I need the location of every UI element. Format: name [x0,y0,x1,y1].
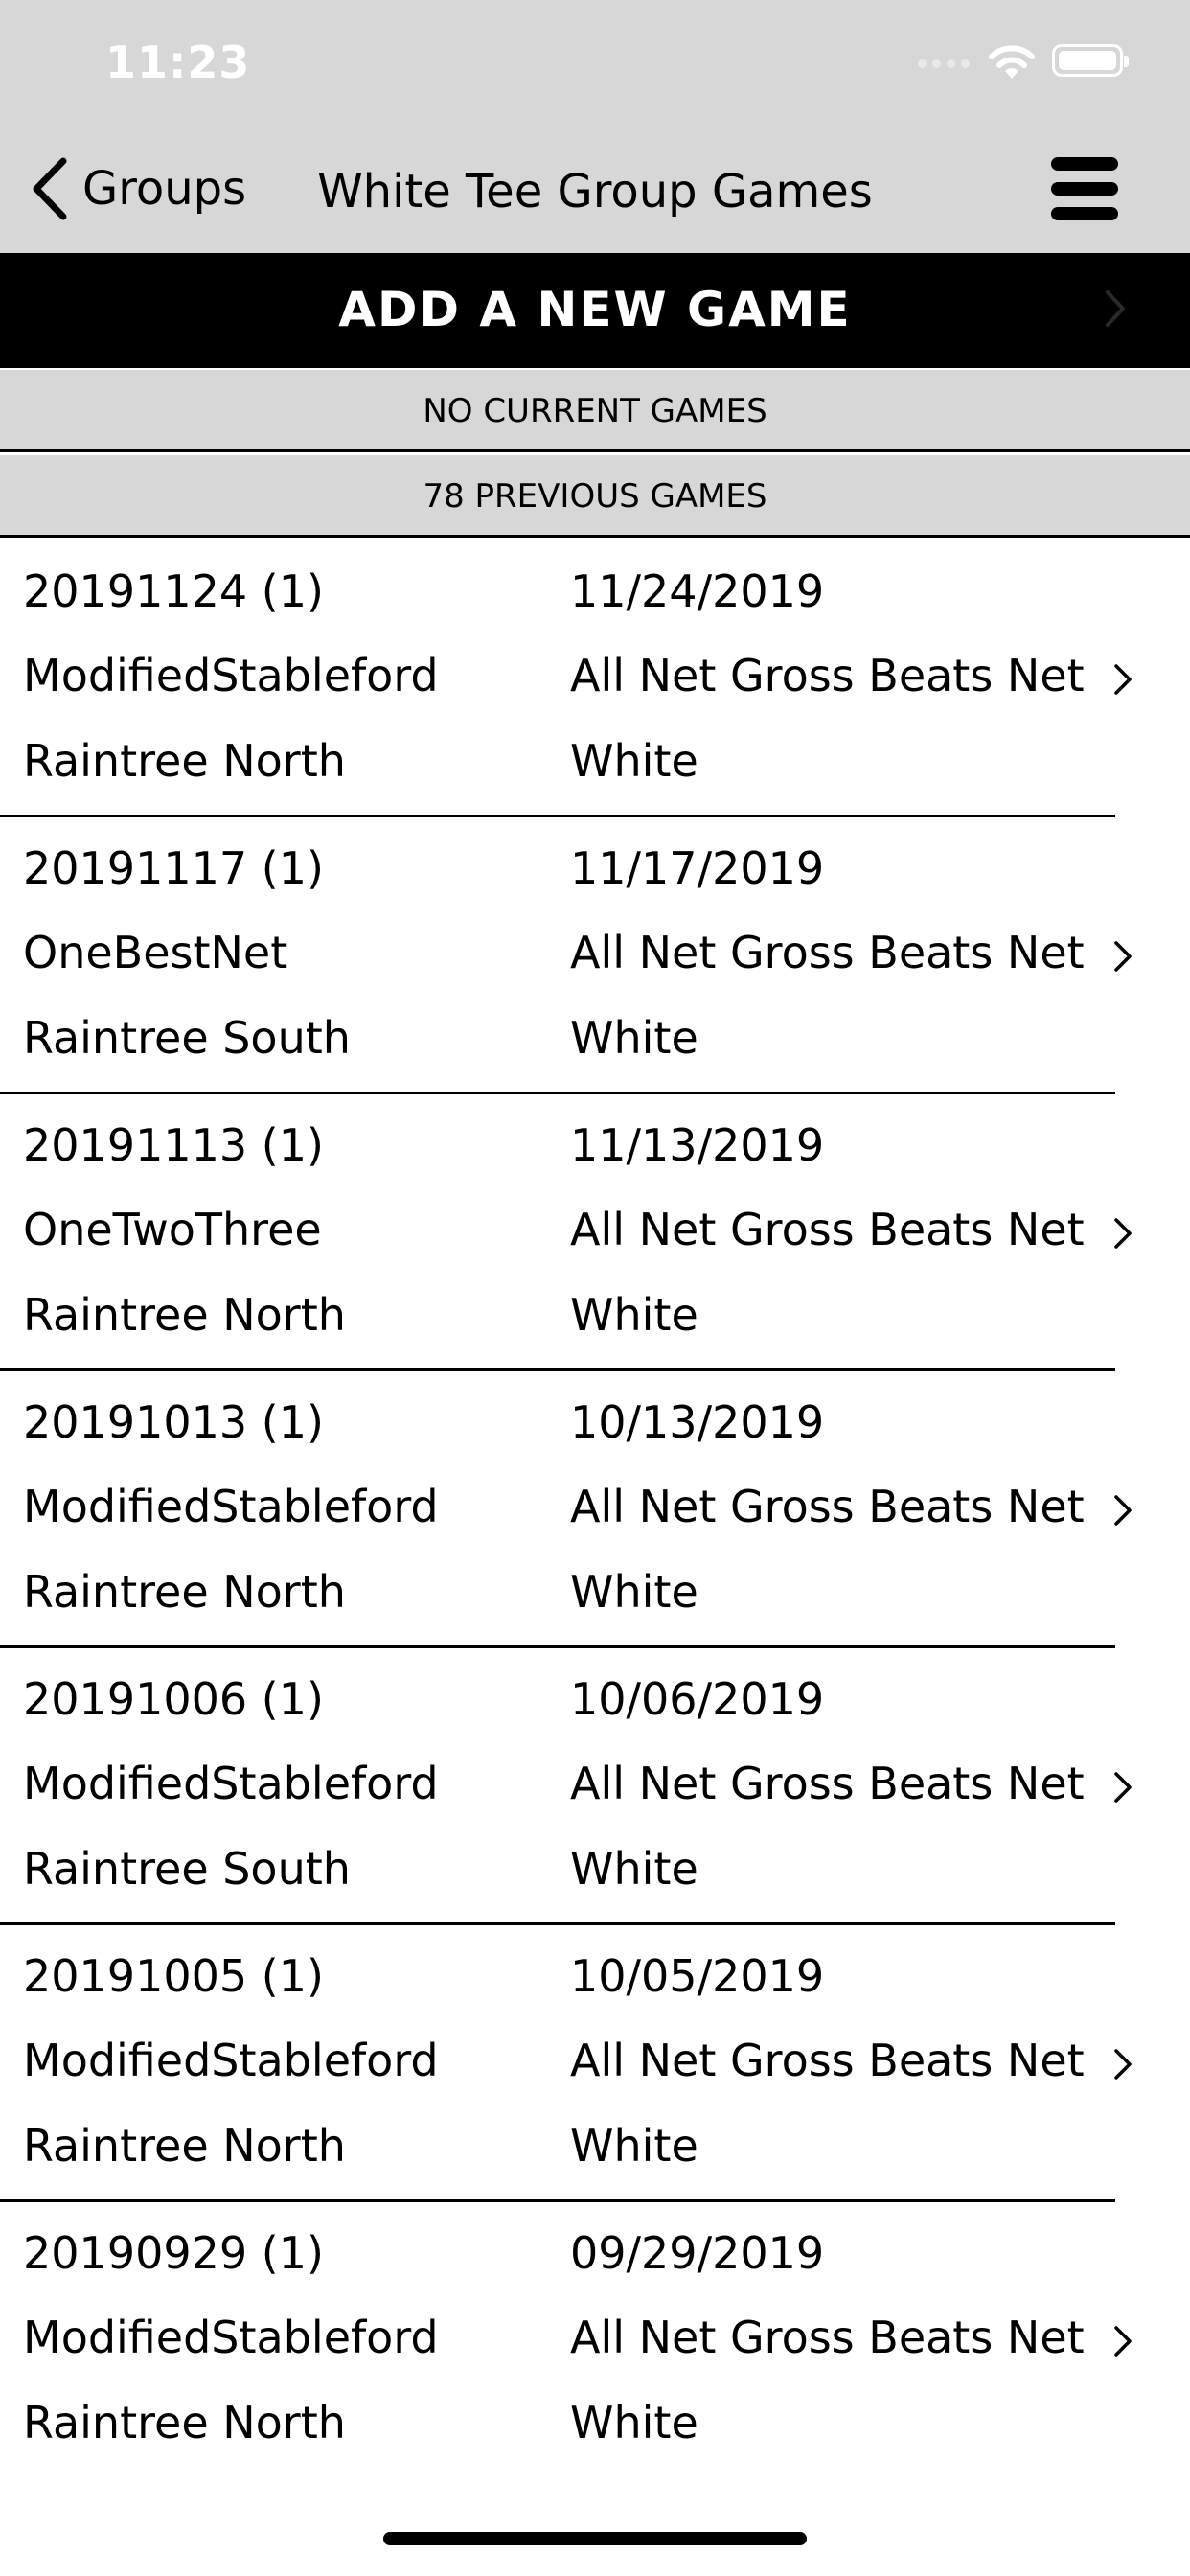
game-format: ModifiedStableford [23,2312,439,2363]
chevron-right-icon [1114,941,1132,972]
game-row[interactable]: 20191124 (1) 11/24/2019 ModifiedStablefo… [0,540,1190,817]
home-indicator [383,2532,807,2545]
game-name: 20191124 (1) [23,565,324,617]
game-date: 10/05/2019 [570,1950,825,2002]
game-course: Raintree North [23,1289,346,1341]
chevron-right-icon [1114,1495,1132,1526]
game-course: Raintree North [23,735,346,787]
game-scoring: All Net Gross Beats Net [570,1204,1085,1255]
game-format: ModifiedStableford [23,1758,439,1809]
game-date: 11/17/2019 [570,842,825,894]
game-row[interactable]: 20191013 (1) 10/13/2019 ModifiedStablefo… [0,1371,1190,1648]
game-name: 20191013 (1) [23,1396,324,1448]
game-scoring: All Net Gross Beats Net [570,2035,1085,2086]
game-row[interactable]: 20191005 (1) 10/05/2019 ModifiedStablefo… [0,1925,1190,2202]
game-tee: White [570,1843,698,1895]
game-name: 20191005 (1) [23,1950,324,2002]
chevron-right-icon [1114,664,1132,695]
game-tee: White [570,1289,698,1341]
hamburger-menu-icon[interactable] [1049,155,1120,222]
chevron-right-icon [1106,290,1125,327]
add-new-game-button[interactable]: ADD A NEW GAME [0,253,1190,368]
game-row[interactable]: 20191006 (1) 10/06/2019 ModifiedStablefo… [0,1648,1190,1925]
games-list: 20191124 (1) 11/24/2019 ModifiedStablefo… [0,540,1190,2479]
game-name: 20191113 (1) [23,1119,324,1171]
game-row[interactable]: 20191117 (1) 11/17/2019 OneBestNet All N… [0,817,1190,1094]
page-title: White Tee Group Games [317,165,873,218]
game-name: 20191006 (1) [23,1673,324,1725]
game-date: 09/29/2019 [570,2227,825,2279]
game-scoring: All Net Gross Beats Net [570,650,1085,702]
game-course: Raintree North [23,1566,346,1618]
game-name: 20190929 (1) [23,2227,324,2279]
game-course: Raintree North [23,2397,346,2449]
game-scoring: All Net Gross Beats Net [570,927,1085,978]
status-time: 11:23 [105,36,251,88]
chevron-right-icon [1114,1772,1132,1803]
game-date: 10/06/2019 [570,1673,825,1725]
game-tee: White [570,2120,698,2172]
game-tee: White [570,1012,698,1064]
game-scoring: All Net Gross Beats Net [570,2312,1085,2363]
game-course: Raintree North [23,2120,346,2172]
game-format: OneBestNet [23,927,288,978]
battery-icon [1052,44,1129,77]
game-name: 20191117 (1) [23,842,324,894]
current-games-header: NO CURRENT GAMES [0,370,1190,452]
game-date: 11/24/2019 [570,565,825,617]
game-row[interactable]: 20190929 (1) 09/29/2019 ModifiedStablefo… [0,2202,1190,2479]
game-format: ModifiedStableford [23,2035,439,2086]
game-row[interactable]: 20191113 (1) 11/13/2019 OneTwoThree All … [0,1094,1190,1371]
game-format: OneTwoThree [23,1204,322,1255]
game-tee: White [570,735,698,787]
game-date: 10/13/2019 [570,1396,825,1448]
previous-games-header: 78 PREVIOUS GAMES [0,455,1190,538]
navigation-bar: Groups White Tee Group Games [0,126,1190,253]
game-scoring: All Net Gross Beats Net [570,1481,1085,1532]
chevron-right-icon [1114,2049,1132,2080]
game-tee: White [570,1566,698,1618]
game-tee: White [570,2397,698,2449]
status-bar: 11:23 [0,0,1190,126]
add-new-game-label: ADD A NEW GAME [338,282,852,337]
game-course: Raintree South [23,1012,351,1064]
wifi-icon [989,45,1035,79]
cellular-signal-icon [918,59,970,68]
game-course: Raintree South [23,1843,351,1895]
game-format: ModifiedStableford [23,1481,439,1532]
chevron-right-icon [1114,2326,1132,2357]
game-date: 11/13/2019 [570,1119,825,1171]
chevron-right-icon [1114,1218,1132,1249]
game-format: ModifiedStableford [23,650,439,702]
game-scoring: All Net Gross Beats Net [570,1758,1085,1809]
